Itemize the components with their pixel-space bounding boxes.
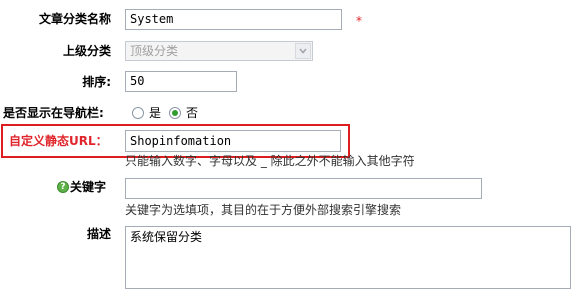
custom-url-hint: 只能输入数字、字母以及 _ 除此之外不能输入其他字符 <box>125 154 415 168</box>
description-label: 描述 <box>86 227 111 241</box>
show-in-nav-label: 是否显示在导航栏: <box>3 106 104 120</box>
show-in-nav-yes-radio[interactable] <box>132 107 144 119</box>
parent-category-select[interactable]: 顶级分类 <box>125 41 313 61</box>
show-in-nav-yes-label: 是 <box>149 106 162 120</box>
custom-url-label: 自定义静态URL： <box>9 134 108 148</box>
sort-label: 排序: <box>82 75 111 89</box>
category-name-input[interactable]: System <box>125 9 342 30</box>
dropdown-arrow[interactable] <box>295 43 311 59</box>
keywords-input[interactable] <box>125 178 482 199</box>
sort-input[interactable]: 50 <box>125 71 237 92</box>
show-in-nav-no-label: 否 <box>186 106 199 120</box>
chevron-down-icon <box>299 48 307 54</box>
parent-category-selected: 顶级分类 <box>130 44 179 58</box>
description-textarea[interactable]: 系统保留分类 <box>125 226 571 289</box>
show-in-nav-no-radio[interactable] <box>169 107 181 119</box>
required-mark: * <box>356 14 362 28</box>
parent-category-label: 上级分类 <box>62 44 111 58</box>
keywords-label: 关键字 <box>70 180 107 194</box>
custom-url-input[interactable]: Shopinfomation <box>125 130 341 152</box>
keywords-hint: 关键字为选填项，其目的在于方便外部搜索引擎搜索 <box>125 203 402 217</box>
category-name-label: 文章分类名称 <box>38 12 111 26</box>
help-icon[interactable]: ? <box>57 181 69 193</box>
